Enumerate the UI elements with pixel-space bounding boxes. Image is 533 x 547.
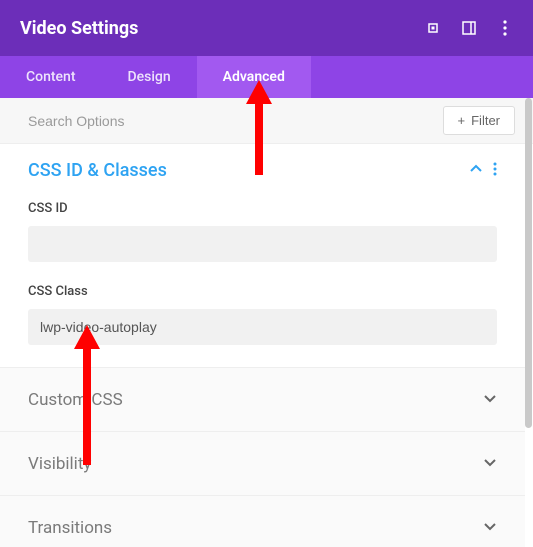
css-class-input[interactable] bbox=[28, 309, 497, 345]
chevron-up-icon[interactable] bbox=[469, 161, 483, 180]
expand-icon[interactable] bbox=[461, 20, 477, 36]
kebab-menu-icon[interactable] bbox=[493, 161, 497, 180]
section-title: Custom CSS bbox=[28, 390, 483, 410]
header-actions bbox=[425, 20, 513, 36]
scrollbar-thumb[interactable] bbox=[525, 98, 532, 428]
modal-title: Video Settings bbox=[20, 18, 425, 39]
css-id-label: CSS ID bbox=[28, 201, 497, 216]
section-title: Transitions bbox=[28, 518, 483, 538]
tabs-bar: Content Design Advanced bbox=[0, 56, 533, 98]
field-css-class: CSS Class bbox=[28, 284, 497, 345]
chevron-down-icon bbox=[483, 518, 497, 537]
field-css-id: CSS ID bbox=[28, 201, 497, 262]
css-id-input[interactable] bbox=[28, 226, 497, 262]
tab-content[interactable]: Content bbox=[0, 56, 102, 98]
section-transitions[interactable]: Transitions bbox=[0, 496, 525, 547]
filter-button[interactable]: + Filter bbox=[443, 106, 515, 135]
section-actions bbox=[469, 161, 497, 180]
filter-label: Filter bbox=[471, 113, 500, 128]
kebab-menu-icon[interactable] bbox=[497, 20, 513, 36]
plus-icon: + bbox=[458, 113, 466, 128]
search-input[interactable] bbox=[28, 113, 443, 129]
section-header[interactable]: CSS ID & Classes bbox=[28, 160, 497, 181]
chevron-down-icon bbox=[483, 454, 497, 473]
css-class-label: CSS Class bbox=[28, 284, 497, 299]
drag-icon[interactable] bbox=[425, 20, 441, 36]
video-settings-modal: Video Settings Content Design Advanced +… bbox=[0, 0, 533, 547]
section-css-id-classes: CSS ID & Classes CSS ID CSS Class bbox=[0, 144, 525, 368]
section-custom-css[interactable]: Custom CSS bbox=[0, 368, 525, 432]
section-title: Visibility bbox=[28, 454, 483, 474]
section-visibility[interactable]: Visibility bbox=[0, 432, 525, 496]
search-row: + Filter bbox=[0, 98, 533, 144]
tab-advanced[interactable]: Advanced bbox=[197, 56, 311, 98]
settings-content: CSS ID & Classes CSS ID CSS Class bbox=[0, 144, 525, 547]
chevron-down-icon bbox=[483, 390, 497, 409]
tab-design[interactable]: Design bbox=[102, 56, 197, 98]
section-title: CSS ID & Classes bbox=[28, 160, 469, 181]
modal-header: Video Settings bbox=[0, 0, 533, 56]
